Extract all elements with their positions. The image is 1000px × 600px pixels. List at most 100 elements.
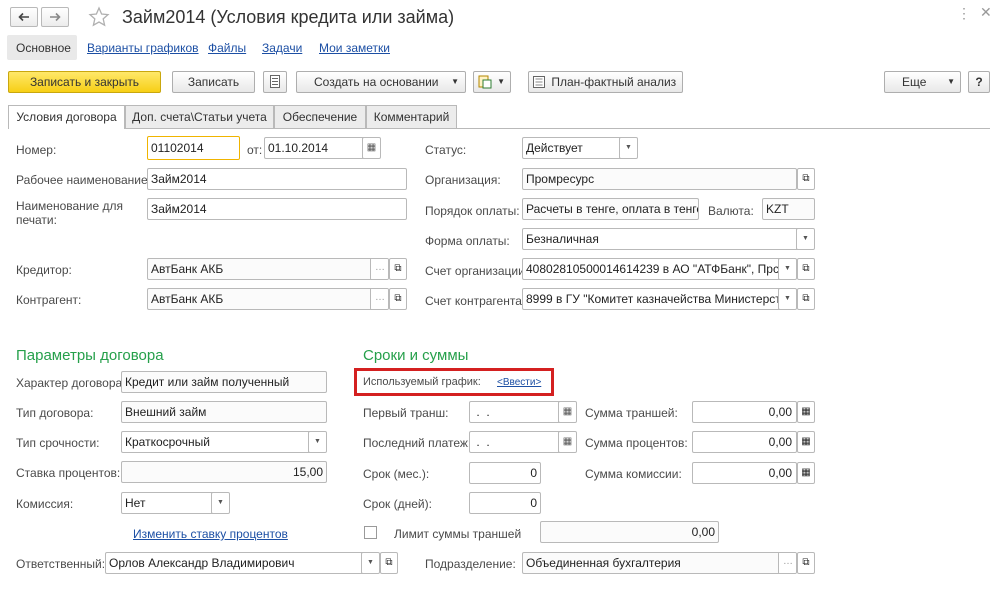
term-type-select[interactable]: Краткосрочный ▼ (121, 431, 327, 453)
document-icon (478, 75, 492, 89)
department-open-button[interactable]: ⧉ (797, 552, 815, 574)
select-icon[interactable]: … (370, 259, 388, 279)
commission-select[interactable]: Нет ▼ (121, 492, 230, 514)
rate-label: Ставка процентов: (16, 466, 121, 480)
nature-label: Характер договора: (16, 376, 126, 390)
chevron-down-icon[interactable]: ▼ (308, 432, 326, 452)
terms-header: Сроки и суммы (363, 347, 469, 364)
counterparty-field[interactable]: АвтБанк АКБ … (147, 288, 389, 310)
nav-notes[interactable]: Мои заметки (319, 41, 390, 55)
help-button[interactable]: ? (968, 71, 990, 93)
creditor-open-button[interactable]: ⧉ (389, 258, 407, 280)
interest-sum-field[interactable]: 0,00 (692, 431, 797, 453)
counterparty-account-open-button[interactable]: ⧉ (797, 288, 815, 310)
payment-form-label: Форма оплаты: (425, 234, 510, 248)
organization-field[interactable]: Промресурс (522, 168, 797, 190)
chevron-down-icon[interactable]: ▼ (211, 493, 229, 513)
arrow-left-icon (18, 12, 29, 22)
creditor-field[interactable]: АвтБанк АКБ … (147, 258, 389, 280)
org-account-select[interactable]: 40802810500014614239 в АО "АТФБанк", Прс… (522, 258, 797, 280)
limit-field[interactable]: 0,00 (540, 521, 719, 543)
counterparty-account-select[interactable]: 8999 в ГУ "Комитет казначейства Министер… (522, 288, 797, 310)
responsible-select[interactable]: Орлов Александр Владимирович ▼ (105, 552, 380, 574)
tab-panel-border (8, 128, 990, 129)
select-icon[interactable]: … (370, 289, 388, 309)
select-icon[interactable]: … (778, 553, 796, 573)
document-list-button[interactable] (263, 71, 287, 93)
nav-schedules[interactable]: Варианты графиков (87, 41, 199, 55)
term-days-field[interactable]: 0 (469, 492, 541, 514)
save-and-close-button[interactable]: Записать и закрыть (8, 71, 161, 93)
more-button[interactable]: Еще ▼ (884, 71, 961, 93)
dropdown-icon: ▼ (497, 77, 505, 86)
change-rate-link[interactable]: Изменить ставку процентов (133, 527, 288, 541)
calendar-icon[interactable]: ▦ (558, 432, 576, 452)
chevron-down-icon[interactable]: ▼ (361, 553, 379, 573)
payment-order-field[interactable]: Расчеты в тенге, оплата в тенге (522, 198, 699, 220)
chevron-down-icon[interactable]: ▼ (796, 229, 814, 249)
responsible-value: Орлов Александр Владимирович (109, 556, 295, 570)
date-label: от: (247, 143, 263, 157)
term-months-label: Срок (мес.): (363, 467, 430, 481)
tab-comment[interactable]: Комментарий (366, 105, 457, 128)
currency-field[interactable]: KZT (762, 198, 815, 220)
creditor-value: АвтБанк АКБ (151, 262, 224, 276)
close-icon[interactable]: ✕ (980, 4, 992, 21)
chevron-down-icon[interactable]: ▼ (778, 289, 796, 309)
responsible-open-button[interactable]: ⧉ (380, 552, 398, 574)
counterparty-account-label: Счет контрагента: (425, 294, 526, 308)
arrow-right-icon (50, 12, 61, 22)
schedule-enter-link[interactable]: <Ввести> (497, 377, 541, 388)
org-account-open-button[interactable]: ⧉ (797, 258, 815, 280)
plan-fact-analysis-button[interactable]: План-фактный анализ (528, 71, 683, 93)
work-name-field[interactable]: Займ2014 (147, 168, 407, 190)
calculator-icon[interactable]: ▦ (797, 431, 815, 453)
term-type-label: Тип срочности: (16, 436, 100, 450)
create-based-on-button[interactable]: Создать на основании ▼ (296, 71, 466, 93)
responsible-label: Ответственный: (16, 557, 106, 571)
tranche-sum-field[interactable]: 0,00 (692, 401, 797, 423)
contract-type-field[interactable]: Внешний займ (121, 401, 327, 423)
commission-sum-value: 0,00 (768, 466, 792, 480)
commission-value: Нет (125, 496, 146, 510)
nav-tasks[interactable]: Задачи (262, 41, 302, 55)
date-field[interactable]: 01.10.2014 ▦ (264, 137, 381, 159)
department-field[interactable]: Объединенная бухгалтерия … (522, 552, 797, 574)
print-name-field[interactable]: Займ2014 (147, 198, 407, 220)
rate-field[interactable]: 15,00 (121, 461, 327, 483)
nav-files[interactable]: Файлы (208, 41, 246, 55)
status-select[interactable]: Действует ▼ (522, 137, 638, 159)
commission-sum-field[interactable]: 0,00 (692, 462, 797, 484)
nature-field[interactable]: Кредит или займ полученный (121, 371, 327, 393)
tab-contract-terms[interactable]: Условия договора (8, 105, 125, 129)
chevron-down-icon[interactable]: ▼ (619, 138, 637, 158)
last-payment-field[interactable]: . . ▦ (469, 431, 577, 453)
forward-button[interactable] (41, 7, 69, 27)
print-menu-button[interactable]: ▼ (473, 71, 511, 93)
calendar-icon[interactable]: ▦ (362, 138, 380, 158)
more-icon[interactable]: ⋮ (957, 5, 972, 22)
star-icon[interactable] (88, 6, 110, 28)
save-button[interactable]: Записать (172, 71, 255, 93)
limit-checkbox[interactable] (364, 526, 377, 539)
chevron-down-icon[interactable]: ▼ (778, 259, 796, 279)
calculator-icon[interactable]: ▦ (797, 462, 815, 484)
calculator-icon[interactable]: ▦ (797, 401, 815, 423)
tab-extra-accounts[interactable]: Доп. счета\Статьи учета (125, 105, 274, 128)
organization-open-button[interactable]: ⧉ (797, 168, 815, 190)
term-months-field[interactable]: 0 (469, 462, 541, 484)
first-tranche-label: Первый транш: (363, 406, 449, 420)
payment-form-select[interactable]: Безналичная ▼ (522, 228, 815, 250)
first-tranche-value: . . (473, 405, 490, 419)
tab-collateral[interactable]: Обеспечение (274, 105, 366, 128)
payment-form-value: Безналичная (526, 232, 599, 246)
last-payment-value: . . (473, 435, 490, 449)
number-field[interactable]: 01102014 (147, 136, 240, 160)
calendar-icon[interactable]: ▦ (558, 402, 576, 422)
status-value: Действует (526, 141, 583, 155)
counterparty-open-button[interactable]: ⧉ (389, 288, 407, 310)
org-account-value: 40802810500014614239 в АО "АТФБанк", Прс (526, 262, 779, 276)
first-tranche-field[interactable]: . . ▦ (469, 401, 577, 423)
interest-sum-label: Сумма процентов: (585, 436, 688, 450)
back-button[interactable] (10, 7, 38, 27)
